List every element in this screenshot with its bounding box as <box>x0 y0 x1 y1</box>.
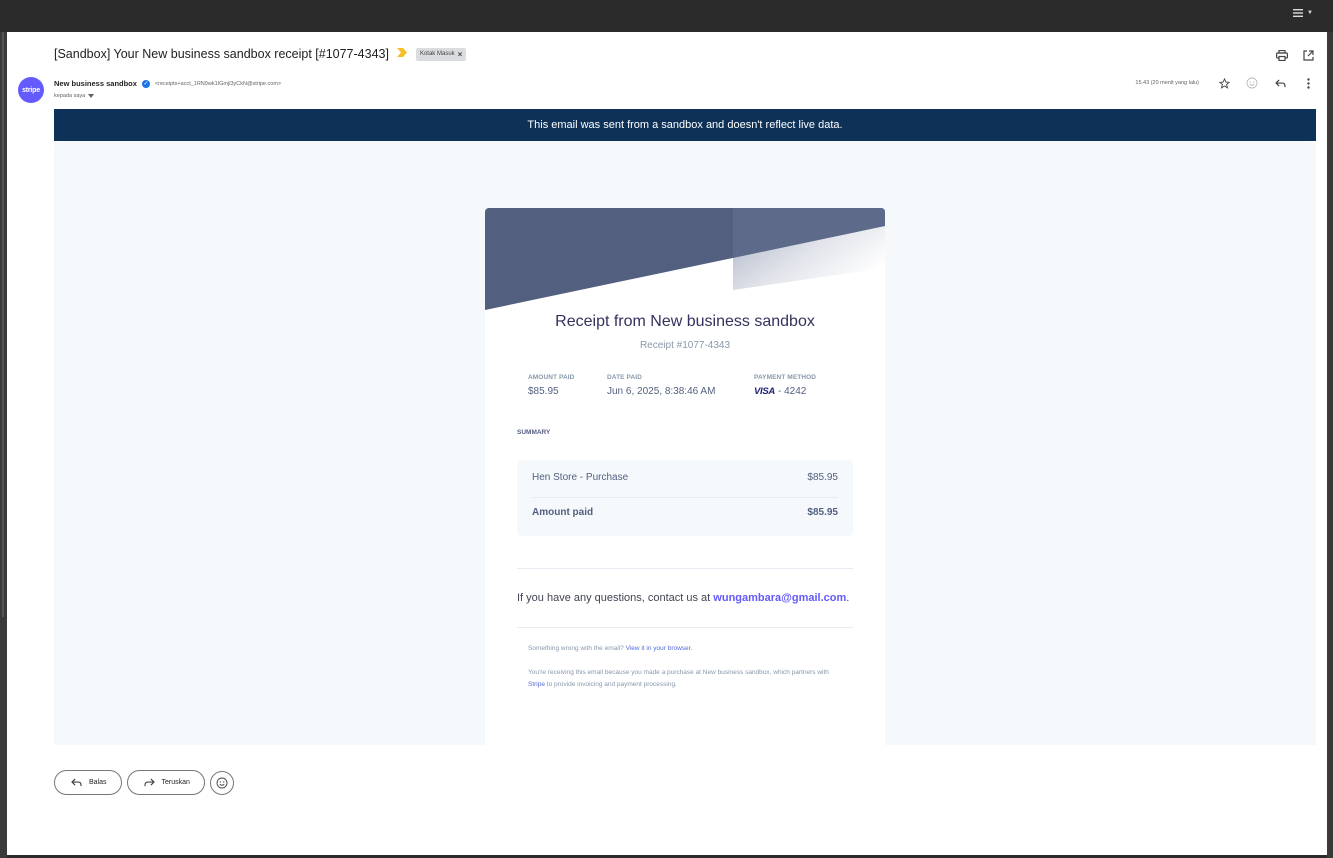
open-in-new-icon[interactable] <box>1301 48 1315 62</box>
emoji-reaction-button[interactable] <box>209 770 234 795</box>
date-paid-block: DATE PAID Jun 6, 2025, 8:38:46 AM <box>607 374 715 397</box>
print-icon[interactable] <box>1275 48 1289 62</box>
amount-paid-block: AMOUNT PAID $85.95 <box>528 374 574 397</box>
contact-suffix: . <box>846 592 850 604</box>
receipt-number: Receipt #1077-4343 <box>639 340 731 351</box>
menu-icon <box>1293 9 1304 17</box>
payment-method-label: PAYMENT METHOD <box>754 374 817 381</box>
important-marker-icon[interactable] <box>396 48 408 60</box>
stripe-link[interactable]: Stripe <box>528 681 545 688</box>
inbox-label-chip[interactable]: Kotak Masuk × <box>415 47 467 61</box>
remove-label-icon[interactable]: × <box>458 50 463 59</box>
sandbox-banner: This email was sent from a sandbox and d… <box>54 109 1316 141</box>
timestamp: 15.43 (20 menit yang lalu) <box>1135 80 1199 86</box>
emoji-icon <box>216 777 228 788</box>
reply-button[interactable]: Balas <box>54 770 122 795</box>
amount-paid-label: AMOUNT PAID <box>528 374 575 381</box>
message-actions: 15.43 (20 menit yang lalu) <box>1135 76 1315 90</box>
chevron-down-icon: ▼ <box>1307 10 1313 16</box>
browser-view-note: Something wrong with the email? View it … <box>528 643 838 655</box>
browser-view-prefix: Something wrong with the email? <box>528 645 626 652</box>
contact-email-link[interactable]: wungambara@gmail.com <box>713 592 846 604</box>
reply-icon <box>71 778 82 787</box>
date-paid-value: Jun 6, 2025, 8:38:46 AM <box>607 386 716 397</box>
divider <box>517 568 853 569</box>
line-item-row: Hen Store - Purchase $85.95 <box>532 472 838 483</box>
window-menu[interactable]: ▼ <box>1293 9 1313 17</box>
recipient-text: kepada saya <box>54 93 86 99</box>
sender-email: <receipts+acct_1RN9wk1IGmjl3yCkN@stripe.… <box>154 80 282 87</box>
summary-label: SUMMARY <box>517 429 551 436</box>
emoji-icon[interactable] <box>1245 76 1259 90</box>
email-body: Receipt from New business sandbox Receip… <box>54 141 1316 745</box>
verified-icon: ✓ <box>141 79 150 88</box>
receiving-suffix: to provide invoicing and payment process… <box>544 681 677 688</box>
divider <box>517 627 853 628</box>
total-row: Amount paid $85.95 <box>532 507 838 518</box>
summary-box: Hen Store - Purchase $85.95 Amount paid … <box>517 460 853 536</box>
email-subject: [Sandbox] Your New business sandbox rece… <box>54 47 467 61</box>
contact-prefix: If you have any questions, contact us at <box>517 592 714 604</box>
receipt-card: Receipt from New business sandbox Receip… <box>485 208 885 745</box>
reply-actions: Balas Teruskan <box>54 770 234 795</box>
contact-line: If you have any questions, contact us at… <box>517 592 849 604</box>
subject-actions <box>1275 48 1315 62</box>
top-bar: ▼ <box>0 0 1333 32</box>
amount-paid-value: $85.95 <box>528 386 559 397</box>
more-vert-icon[interactable] <box>1301 76 1315 90</box>
sender-avatar[interactable]: stripe <box>18 77 44 103</box>
sender-name[interactable]: New business sandbox <box>54 79 137 88</box>
forward-button[interactable]: Teruskan <box>126 770 205 795</box>
label-chip-text: Kotak Masuk <box>419 51 455 57</box>
total-label: Amount paid <box>532 507 594 518</box>
summary-divider <box>532 497 838 498</box>
reply-label: Balas <box>89 779 107 786</box>
right-edge <box>1327 32 1333 858</box>
receiving-note: You're receiving this email because you … <box>528 667 838 691</box>
left-scroll-strip <box>0 32 7 858</box>
line-item-name: Hen Store - Purchase <box>532 472 629 483</box>
chevron-down-icon <box>88 94 95 98</box>
date-paid-label: DATE PAID <box>607 374 642 381</box>
sender-line: New business sandbox ✓ <receipts+acct_1R… <box>54 79 281 88</box>
receiving-prefix: You're receiving this email because you … <box>528 669 829 676</box>
total-amount: $85.95 <box>807 507 838 518</box>
recipient-toggle[interactable]: kepada saya <box>54 93 95 99</box>
payment-method-block: PAYMENT METHOD VISA - 4242 <box>754 374 816 397</box>
email-pane: [Sandbox] Your New business sandbox rece… <box>7 32 1327 855</box>
payment-method-value: VISA - 4242 <box>754 386 816 397</box>
subject-text: [Sandbox] Your New business sandbox rece… <box>54 47 389 61</box>
forward-icon <box>143 778 155 787</box>
forward-label: Teruskan <box>161 779 190 786</box>
visa-logo-icon: VISA <box>754 386 775 397</box>
view-in-browser-link[interactable]: View it in your browser. <box>626 645 693 652</box>
receipt-header-art <box>485 208 885 313</box>
line-item-amount: $85.95 <box>807 472 838 483</box>
star-icon[interactable] <box>1217 76 1231 90</box>
receipt-title: Receipt from New business sandbox <box>555 313 815 330</box>
reply-icon[interactable] <box>1273 76 1287 90</box>
card-last4: - 4242 <box>777 386 807 397</box>
